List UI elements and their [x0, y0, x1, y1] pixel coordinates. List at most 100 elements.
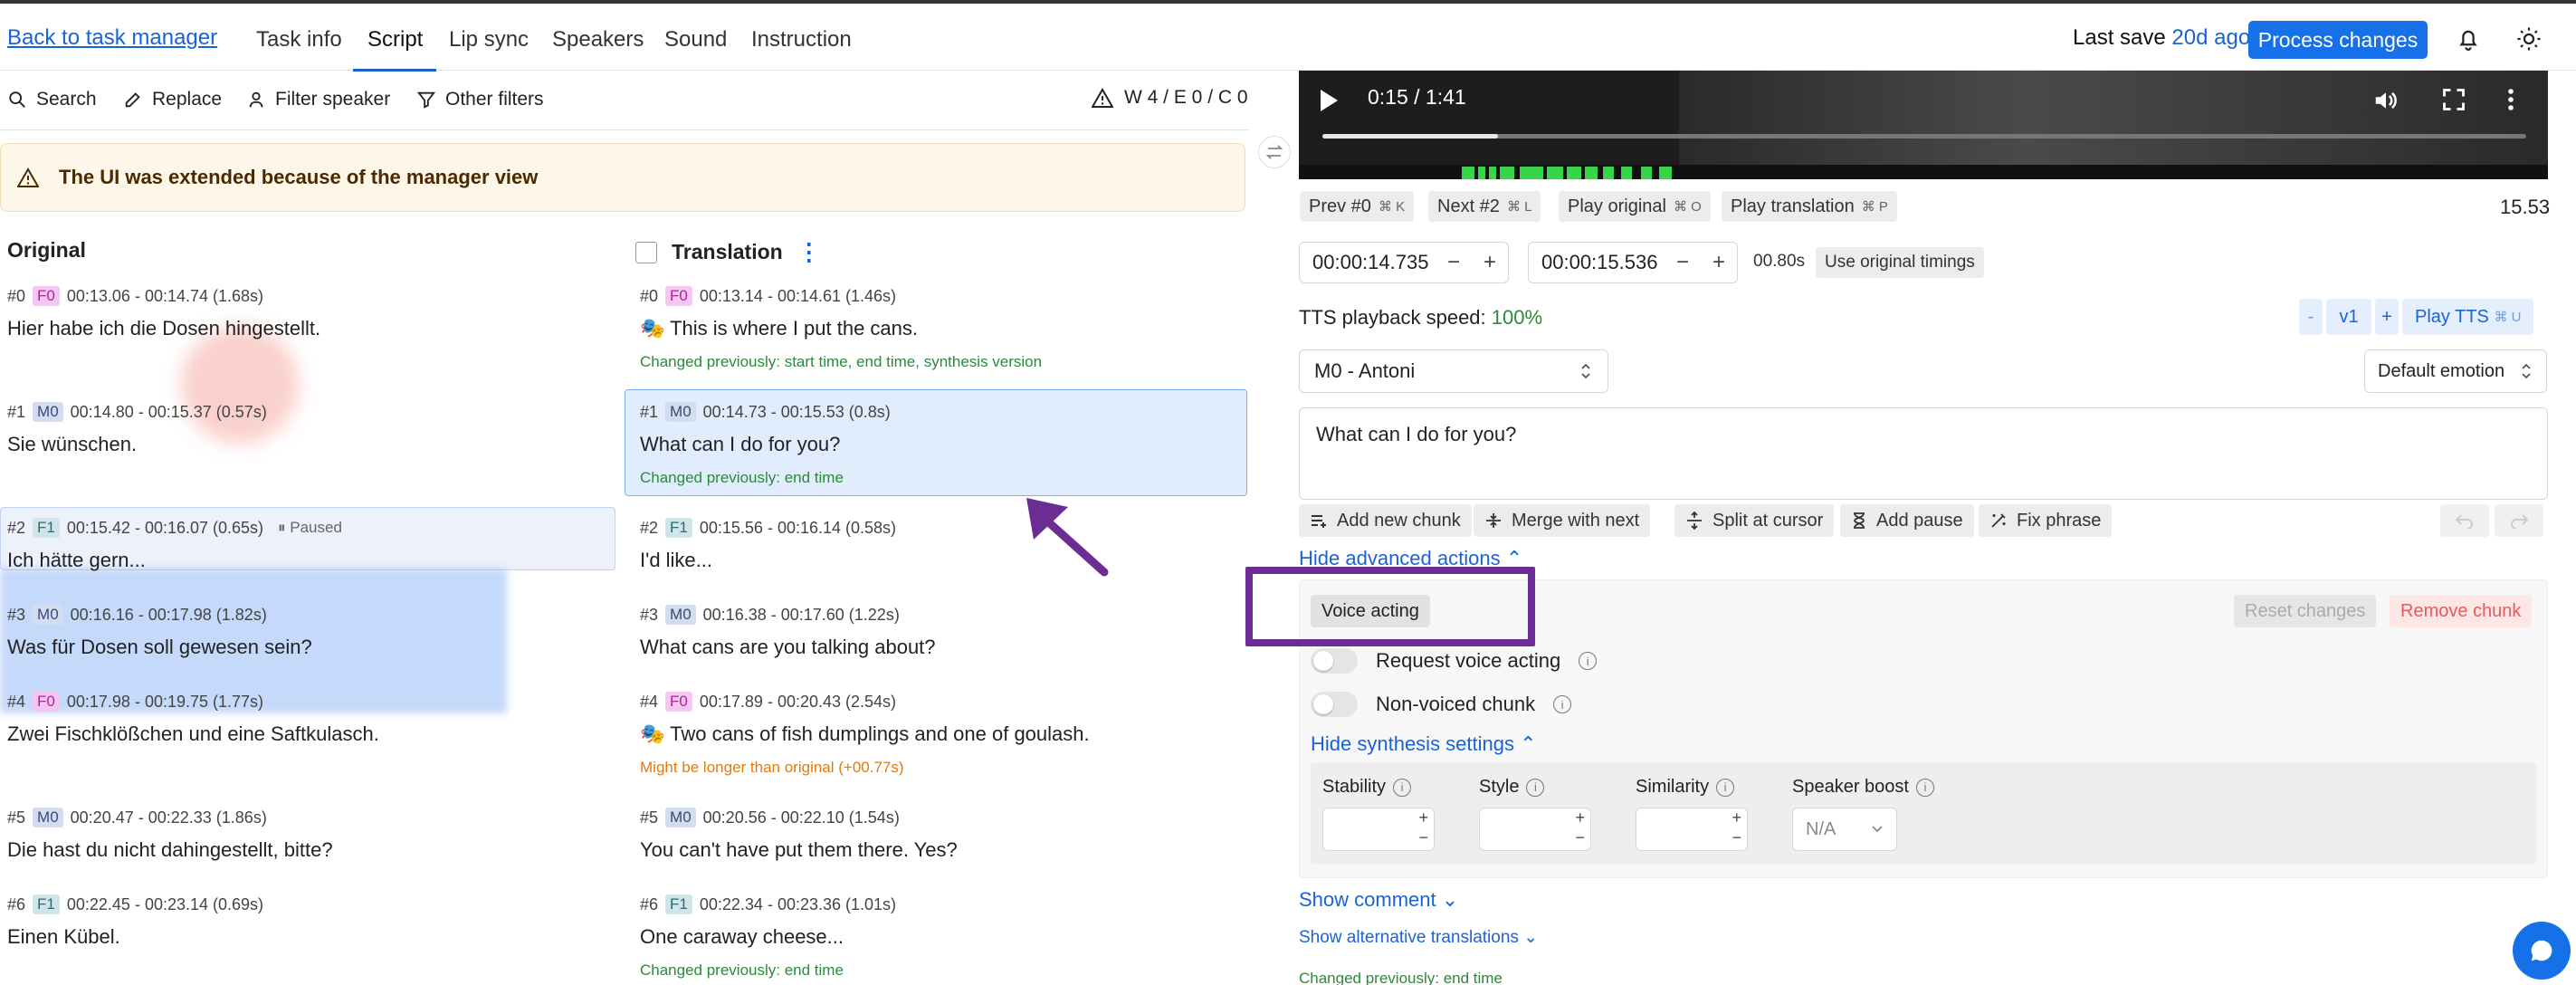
- chat-support-icon[interactable]: [2513, 922, 2571, 980]
- tab-script[interactable]: Script: [367, 27, 423, 53]
- speaker-select[interactable]: M0 - Antoni: [1299, 349, 1608, 393]
- segment-row[interactable]: #6 F1 00:22.45 - 00:23.14 (0.69s) Einen Küb…: [7, 894, 614, 949]
- use-original-timings-button[interactable]: Use original timings: [1816, 247, 1984, 278]
- audio-waveform[interactable]: [1299, 165, 2548, 179]
- replace-button[interactable]: Replace: [123, 89, 222, 110]
- more-vertical-icon[interactable]: [2506, 87, 2515, 112]
- segment-row[interactable]: #5 M0 00:20.56 - 00:22.10 (1.54s) You can't…: [640, 808, 1246, 862]
- info-icon[interactable]: i: [1393, 778, 1412, 797]
- play-icon[interactable]: [1317, 87, 1340, 114]
- more-options-icon[interactable]: ⋮: [797, 238, 821, 266]
- tab-speakers[interactable]: Speakers: [552, 27, 644, 53]
- process-changes-button[interactable]: Process changes: [2248, 21, 2428, 59]
- style-stepper[interactable]: + −: [1479, 808, 1591, 851]
- video-time: 0:15 / 1:41: [1368, 85, 1466, 109]
- tts-version-decrement[interactable]: -: [2299, 299, 2323, 335]
- fix-phrase-button[interactable]: Fix phrase: [1979, 504, 2113, 537]
- end-time-increment[interactable]: +: [1701, 250, 1737, 275]
- stability-stepper[interactable]: + −: [1322, 808, 1435, 851]
- swap-panels-icon[interactable]: [1258, 136, 1291, 168]
- segment-text: 🎭 This is where I put the cans.: [640, 317, 919, 339]
- remove-chunk-button[interactable]: Remove chunk: [2390, 595, 2533, 627]
- reset-changes-button[interactable]: Reset changes: [2234, 595, 2377, 627]
- similarity-stepper[interactable]: + −: [1636, 808, 1748, 851]
- undo-icon[interactable]: [2440, 504, 2489, 537]
- info-icon[interactable]: i: [1526, 778, 1545, 797]
- video-seek-bar[interactable]: [1322, 134, 2526, 139]
- segment-row[interactable]: #1 M0 00:14.80 - 00:15.37 (0.57s) Sie wünsc…: [7, 402, 614, 456]
- split-at-cursor-button[interactable]: Split at cursor: [1674, 504, 1835, 537]
- show-alternative-translations-toggle[interactable]: Show alternative translations ⌄: [1299, 927, 1538, 948]
- segment-row[interactable]: #1 M0 00:14.73 - 00:15.53 (0.8s) What can I…: [640, 402, 1246, 487]
- bell-icon[interactable]: [2455, 25, 2482, 53]
- request-voice-acting-toggle[interactable]: [1311, 648, 1358, 674]
- waveform-bar: [1520, 167, 1543, 179]
- non-voiced-chunk-toggle[interactable]: [1311, 692, 1358, 717]
- tts-playback-speed[interactable]: TTS playback speed: 100%: [1299, 306, 1542, 330]
- hide-synthesis-settings-toggle[interactable]: Hide synthesis settings ⌃: [1311, 732, 1537, 756]
- end-time-decrement[interactable]: −: [1665, 250, 1701, 275]
- end-time-value[interactable]: 00:00:15.536: [1529, 251, 1665, 274]
- segment-row[interactable]: #0 F0 00:13.14 - 00:14.61 (1.46s) 🎭 This is…: [640, 286, 1246, 371]
- segment-row[interactable]: #5 M0 00:20.47 - 00:22.33 (1.86s) Die hast …: [7, 808, 614, 862]
- segment-row[interactable]: #3 M0 00:16.16 - 00:17.98 (1.82s) Was für D…: [7, 605, 614, 659]
- tts-version-increment[interactable]: +: [2375, 299, 2399, 335]
- redo-icon[interactable]: [2495, 504, 2543, 537]
- start-time-value[interactable]: 00:00:14.735: [1300, 251, 1436, 274]
- info-icon[interactable]: i: [1915, 778, 1934, 797]
- translation-text-editor[interactable]: What can I do for you?: [1299, 407, 2548, 500]
- video-player[interactable]: 0:15 / 1:41: [1299, 71, 2548, 179]
- tab-task-info[interactable]: Task info: [256, 27, 342, 53]
- segment-row[interactable]: #0 F0 00:13.06 - 00:14.74 (1.68s) Hier habe…: [7, 286, 614, 340]
- style-decrement[interactable]: −: [1575, 828, 1585, 847]
- play-original-button[interactable]: Play original ⌘ O: [1559, 191, 1711, 222]
- add-new-chunk-button[interactable]: Add new chunk: [1299, 504, 1472, 537]
- merge-with-next-button[interactable]: Merge with next: [1474, 504, 1651, 537]
- segment-row[interactable]: #3 M0 00:16.38 - 00:17.60 (1.22s) What cans…: [640, 605, 1246, 659]
- play-tts-button[interactable]: Play TTS ⌘ U: [2402, 299, 2534, 335]
- volume-icon[interactable]: [2372, 87, 2399, 114]
- segment-note: Changed previously: start time, end time…: [640, 353, 1043, 370]
- tab-instruction[interactable]: Instruction: [751, 27, 852, 53]
- other-filters-button[interactable]: Other filters: [416, 89, 544, 110]
- speaker-boost-select[interactable]: N/A: [1792, 808, 1897, 851]
- segment-row[interactable]: #2 F1 00:15.42 - 00:16.07 (0.65s) ⏸ Paused I…: [7, 518, 614, 572]
- start-time-field[interactable]: 00:00:14.735 − +: [1299, 242, 1509, 283]
- segment-row[interactable]: #2 F1 00:15.56 - 00:16.14 (0.58s) I'd like.…: [640, 518, 1246, 572]
- emotion-select[interactable]: Default emotion: [2364, 349, 2547, 393]
- issue-counts[interactable]: W 4 / E 0 / C 0: [1092, 87, 1248, 109]
- style-increment[interactable]: +: [1575, 808, 1585, 827]
- segment-time: 00:14.73 - 00:15.53 (0.8s): [702, 402, 891, 421]
- next-label: Next #2: [1437, 196, 1500, 216]
- next-segment-button[interactable]: Next #2 ⌘ L: [1428, 191, 1541, 222]
- info-icon[interactable]: i: [1579, 652, 1598, 670]
- stability-decrement[interactable]: −: [1418, 828, 1428, 847]
- add-pause-button[interactable]: Add pause: [1840, 504, 1974, 537]
- tab-lip-sync[interactable]: Lip sync: [449, 27, 529, 53]
- similarity-increment[interactable]: +: [1732, 808, 1741, 827]
- start-time-increment[interactable]: +: [1472, 250, 1508, 275]
- show-comment-toggle[interactable]: Show comment ⌄: [1299, 888, 1458, 912]
- end-time-field[interactable]: 00:00:15.536 − +: [1528, 242, 1738, 283]
- stability-increment[interactable]: +: [1418, 808, 1428, 827]
- theme-toggle-icon[interactable]: [2515, 25, 2543, 53]
- filter-speaker-label: Filter speaker: [275, 89, 391, 110]
- fullscreen-icon[interactable]: [2441, 87, 2466, 112]
- start-time-decrement[interactable]: −: [1436, 250, 1472, 275]
- tab-sound[interactable]: Sound: [664, 27, 727, 53]
- prev-label: Prev #0: [1309, 196, 1371, 216]
- filter-speaker-button[interactable]: Filter speaker: [246, 89, 390, 110]
- info-icon[interactable]: i: [1553, 695, 1572, 713]
- prev-segment-button[interactable]: Prev #0 ⌘ K: [1300, 191, 1415, 222]
- segment-row[interactable]: #4 F0 00:17.89 - 00:20.43 (2.54s) 🎭 Two can…: [640, 692, 1246, 777]
- back-to-task-manager-link[interactable]: Back to task manager: [7, 25, 217, 51]
- select-all-checkbox[interactable]: [635, 241, 657, 263]
- similarity-decrement[interactable]: −: [1732, 828, 1741, 847]
- segment-row[interactable]: #6 F1 00:22.34 - 00:23.36 (1.01s) One caraw…: [640, 894, 1246, 980]
- segment-row[interactable]: #4 F0 00:17.98 - 00:19.75 (1.77s) Zwei Fisc…: [7, 692, 614, 746]
- search-button[interactable]: Search: [7, 89, 97, 110]
- hourglass-icon: [1851, 512, 1867, 530]
- info-icon[interactable]: i: [1716, 778, 1735, 797]
- play-translation-button[interactable]: Play translation ⌘ P: [1722, 191, 1897, 222]
- similarity-label: Similarity: [1636, 777, 1710, 797]
